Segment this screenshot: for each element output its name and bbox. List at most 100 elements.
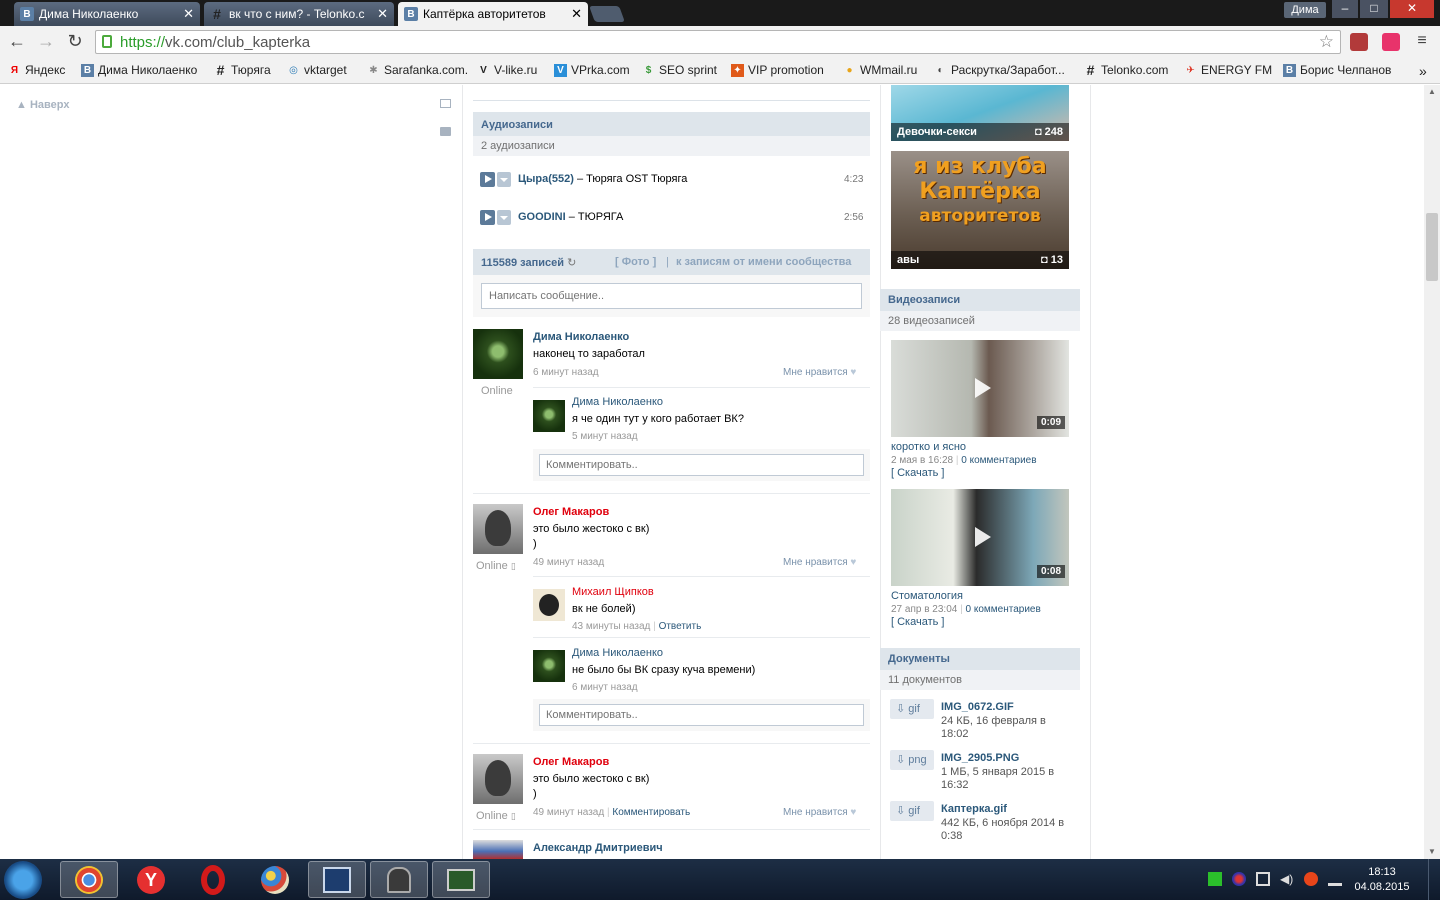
taskbar-app[interactable]	[370, 861, 428, 898]
taskbar-paint[interactable]	[246, 861, 304, 898]
scroll-down-icon[interactable]: ▼	[1428, 847, 1436, 856]
bookmark-raskrutka[interactable]: ◐ Раскрутка/Заработ...	[934, 63, 1064, 77]
back-to-top-button[interactable]: ▲ Наверх	[16, 99, 69, 111]
video-thumbnail[interactable]: 0:09	[891, 340, 1069, 437]
volume-icon[interactable]: ◀)	[1280, 872, 1294, 886]
video-title[interactable]: Стоматология	[891, 590, 963, 602]
tab-kapterka[interactable]: В Каптёрка авторитетов ✕	[398, 2, 588, 26]
back-icon[interactable]: ←	[5, 30, 29, 54]
profile-badge[interactable]: Дима	[1284, 2, 1326, 18]
doc-name[interactable]: IMG_2905.PNG	[941, 752, 1019, 764]
doc-name[interactable]: Каптерка.gif	[941, 803, 1007, 815]
add-audio-icon[interactable]	[497, 172, 511, 187]
tray-flag-icon[interactable]	[1256, 872, 1270, 886]
bookmark-telonko[interactable]: # Telonko.com	[1084, 63, 1169, 78]
post-input[interactable]	[481, 283, 862, 309]
windows-start-button[interactable]	[4, 861, 42, 899]
avatar[interactable]	[473, 754, 523, 804]
play-icon[interactable]	[480, 172, 495, 187]
tab-telonko[interactable]: # вк что с ним? - Telonko.c ✕	[204, 2, 394, 26]
reply-time[interactable]: 5 минут назад	[572, 431, 638, 442]
page-scrollbar[interactable]: ▲ ▼	[1424, 85, 1440, 859]
doc-type-badge[interactable]: ⇩ png	[890, 750, 934, 770]
scroll-up-icon[interactable]: ▲	[1428, 87, 1436, 96]
avatar[interactable]	[473, 329, 523, 379]
post-time[interactable]: 6 минут назад	[533, 367, 599, 378]
avatar[interactable]	[533, 400, 565, 432]
post-author[interactable]: Олег Макаров	[533, 506, 609, 518]
video-comments[interactable]: 0 комментариев	[961, 455, 1036, 466]
close-tab-icon[interactable]: ✕	[377, 6, 388, 22]
doc-type-badge[interactable]: ⇩ gif	[890, 801, 934, 821]
videos-header[interactable]: Видеозаписи	[880, 289, 1080, 311]
wall-count[interactable]: 115589 записей	[481, 257, 564, 269]
network-icon[interactable]	[1328, 872, 1342, 886]
video-thumbnail[interactable]: 0:08	[891, 489, 1069, 586]
extension-icon[interactable]	[1382, 33, 1400, 51]
tab-dima[interactable]: В Дима Николаенко ✕	[14, 2, 200, 26]
taskbar-monitor[interactable]	[432, 861, 490, 898]
avatar[interactable]	[473, 840, 523, 859]
new-tab-button[interactable]	[589, 6, 625, 22]
bookmark-turyaga[interactable]: # Тюряга	[214, 63, 271, 78]
bookmark-vktarget[interactable]: ◎ vktarget	[287, 63, 347, 77]
close-tab-icon[interactable]: ✕	[183, 6, 194, 22]
doc-type-badge[interactable]: ⇩ gif	[890, 699, 934, 719]
bookmark-dima[interactable]: В Дима Николаенко	[81, 63, 197, 77]
post-time[interactable]: 49 минут назад	[533, 807, 604, 818]
like-button[interactable]: Мне нравится ♥	[783, 807, 856, 818]
menu-icon[interactable]: ≡	[1410, 30, 1434, 54]
video-comments[interactable]: 0 комментариев	[966, 604, 1041, 615]
forward-icon[interactable]: →	[34, 30, 58, 54]
reply-author[interactable]: Дима Николаенко	[572, 647, 663, 659]
bookmark-yandex[interactable]: Я Яндекс	[8, 63, 65, 77]
download-button[interactable]: [ Скачать ]	[891, 616, 944, 628]
add-audio-icon[interactable]	[497, 210, 511, 225]
video-title[interactable]: коротко и ясно	[891, 441, 966, 453]
tray-recorder-icon[interactable]	[1304, 872, 1318, 886]
minimize-button[interactable]: –	[1332, 0, 1358, 18]
close-window-button[interactable]: ✕	[1390, 0, 1434, 18]
reply-author[interactable]: Михаил Щипков	[572, 586, 654, 598]
bookmark-star-icon[interactable]: ☆	[1319, 32, 1334, 52]
post-author[interactable]: Дима Николаенко	[533, 331, 629, 343]
bookmark-wmmail[interactable]: ● WMmail.ru	[843, 63, 917, 77]
post-author[interactable]: Олег Макаров	[533, 756, 609, 768]
show-desktop-button[interactable]	[1428, 859, 1440, 900]
system-clock[interactable]: 18:13 04.08.2015	[1352, 865, 1412, 895]
comments-icon[interactable]	[440, 127, 451, 136]
reload-icon[interactable]: ↻	[63, 30, 87, 54]
tray-app-icon[interactable]	[1208, 872, 1222, 886]
bookmark-boris[interactable]: В Борис Челпанов	[1283, 63, 1391, 77]
audio-artist[interactable]: Цыра(552)	[518, 173, 574, 185]
avatar[interactable]	[533, 589, 565, 621]
maximize-button[interactable]: □	[1360, 0, 1388, 18]
taskbar-yandex[interactable]: Y	[122, 861, 180, 898]
bookmark-vip[interactable]: ✦ VIP promotion	[731, 63, 824, 77]
album-avy[interactable]: я из клуба Каптёрка авторитетов авы ◘ 13	[891, 151, 1069, 269]
bookmarks-overflow-button[interactable]: »	[1419, 63, 1427, 79]
audio-artist[interactable]: GOODINI	[518, 211, 566, 223]
messages-icon[interactable]	[440, 99, 451, 108]
post-author[interactable]: Александр Дмитриевич	[533, 842, 663, 854]
audio-header[interactable]: Аудиозаписи	[473, 112, 870, 136]
extension-icon[interactable]	[1350, 33, 1368, 51]
like-button[interactable]: Мне нравится ♥	[783, 367, 856, 378]
tray-antivirus-icon[interactable]	[1232, 872, 1246, 886]
post-time[interactable]: 49 минут назад	[533, 557, 604, 568]
close-tab-icon[interactable]: ✕	[571, 6, 582, 22]
taskbar-opera[interactable]	[184, 861, 242, 898]
documents-header[interactable]: Документы	[880, 648, 1080, 670]
reply-button[interactable]: Ответить	[659, 621, 702, 632]
comment-input[interactable]	[539, 454, 864, 476]
play-icon[interactable]	[480, 210, 495, 225]
taskbar-chrome[interactable]	[60, 861, 118, 898]
comment-button[interactable]: Комментировать	[612, 807, 690, 818]
refresh-icon[interactable]: ↻	[567, 257, 576, 269]
wall-tab-photo[interactable]: [ Фото ]	[615, 256, 656, 268]
doc-name[interactable]: IMG_0672.GIF	[941, 701, 1014, 713]
reply-author[interactable]: Дима Николаенко	[572, 396, 663, 408]
download-button[interactable]: [ Скачать ]	[891, 467, 944, 479]
wall-tab-community[interactable]: к записям от имени сообщества	[676, 256, 851, 268]
bookmark-seosprint[interactable]: $ SEO sprint	[642, 63, 717, 77]
